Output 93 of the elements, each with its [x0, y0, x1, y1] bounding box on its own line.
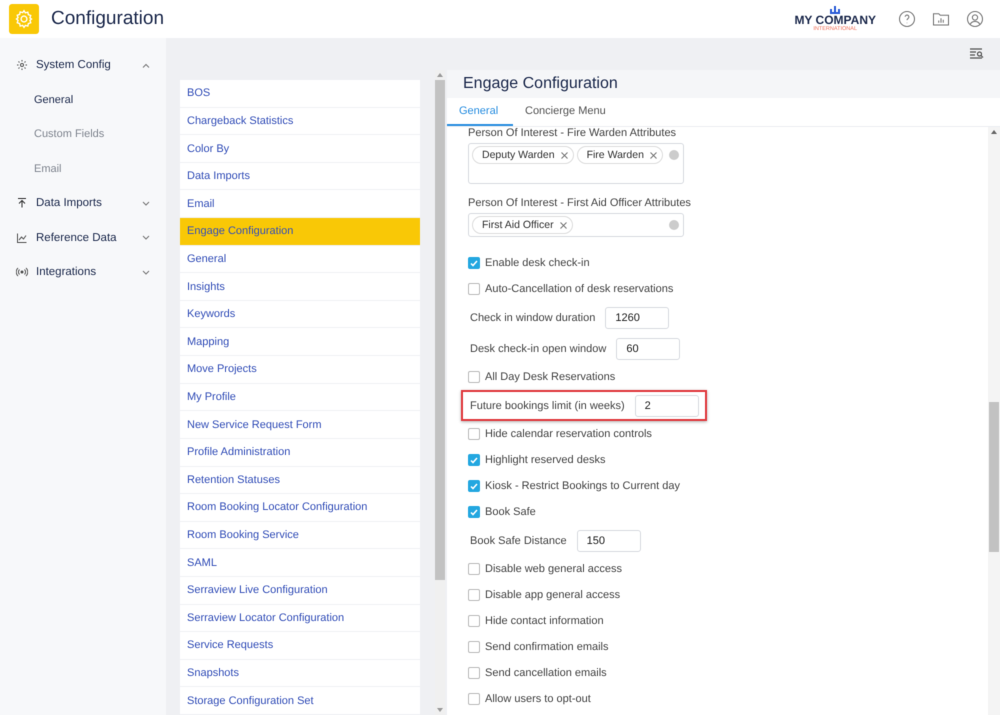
- tag-chip: Fire Warden: [576, 146, 663, 164]
- checkbox[interactable]: [468, 480, 480, 492]
- checkbox[interactable]: [468, 641, 480, 653]
- filter-search-icon[interactable]: [970, 48, 984, 60]
- tag-chip: First Aid Officer: [472, 216, 573, 234]
- list-item[interactable]: Snapshots: [180, 660, 420, 688]
- checkbox[interactable]: [468, 371, 480, 383]
- number-input[interactable]: 150: [576, 530, 641, 552]
- nav-group[interactable]: Integrations: [0, 255, 166, 290]
- list-item[interactable]: Serraview Live Configuration: [180, 576, 420, 605]
- checkbox[interactable]: [468, 693, 480, 705]
- checkbox-label: Hide calendar reservation controls: [485, 428, 652, 440]
- checkbox[interactable]: [468, 454, 480, 466]
- checkbox-label: Send cancellation emails: [485, 667, 607, 679]
- list-item[interactable]: Service Requests: [180, 632, 420, 660]
- checkbox-label: Allow users to opt-out: [485, 693, 591, 705]
- chevron-icon: [142, 62, 150, 68]
- list-item[interactable]: Engage Configuration: [180, 218, 420, 246]
- checkbox-label: Disable app general access: [485, 589, 620, 601]
- list-item[interactable]: Room Booking Locator Configuration: [180, 494, 420, 522]
- checkbox[interactable]: [468, 563, 480, 575]
- help-icon[interactable]: [898, 10, 916, 28]
- list-item[interactable]: SAML: [180, 549, 420, 577]
- field-label: Person Of Interest - First Aid Officer Attributes: [468, 197, 692, 209]
- number-input[interactable]: 1260: [605, 306, 670, 328]
- list-item[interactable]: General: [180, 246, 420, 274]
- panel-title: Engage Configuration: [447, 70, 1000, 98]
- list-item[interactable]: Serraview Locator Configuration: [180, 604, 420, 632]
- chevron-icon: [142, 270, 150, 275]
- list-item[interactable]: My Profile: [180, 384, 420, 412]
- list-item[interactable]: Room Booking Service: [180, 522, 420, 550]
- nav-group[interactable]: System Config: [0, 48, 166, 82]
- folder-chart-icon[interactable]: [932, 10, 950, 28]
- chevron-icon: [142, 235, 150, 240]
- chevron-icon: [142, 200, 150, 206]
- building-icon: [830, 6, 840, 14]
- list-item[interactable]: Color By: [180, 135, 420, 163]
- scrollbar[interactable]: [988, 127, 1000, 715]
- app-logo: [9, 4, 39, 34]
- checkbox[interactable]: [468, 506, 480, 518]
- checkbox-label: Auto-Cancellation of desk reservations: [485, 283, 674, 295]
- field-label: Person Of Interest - Fire Warden Attributes: [468, 127, 678, 139]
- checkbox-label: Enable desk check-in: [485, 257, 590, 269]
- tag-select-field[interactable]: Deputy Warden Fire Warden: [468, 143, 684, 184]
- company-name: MY COMPANY: [794, 14, 876, 26]
- list-item[interactable]: Data Imports: [180, 162, 420, 190]
- checkbox[interactable]: [468, 283, 480, 295]
- field-label: Book Safe Distance: [470, 534, 567, 546]
- list-item[interactable]: New Service Request Form: [180, 411, 420, 439]
- nav-group[interactable]: Reference Data: [0, 220, 166, 255]
- field-label: Future bookings limit (in weeks): [470, 400, 625, 412]
- list-item[interactable]: Storage Configuration Set: [180, 687, 420, 715]
- line-chart-icon: [16, 232, 28, 244]
- number-input[interactable]: 60: [616, 338, 680, 360]
- checkbox-label: Hide contact information: [485, 615, 604, 627]
- checkbox-label: Send confirmation emails: [485, 641, 609, 653]
- checkbox-label: Kiosk - Restrict Bookings to Current day: [485, 480, 680, 492]
- checkbox[interactable]: [468, 428, 480, 440]
- checkbox[interactable]: [468, 615, 480, 627]
- checkbox-label: Highlight reserved desks: [485, 454, 606, 466]
- list-item[interactable]: Insights: [180, 273, 420, 301]
- clear-icon[interactable]: [669, 220, 679, 230]
- checkbox-label: Disable web general access: [485, 563, 622, 575]
- checkbox-label: All Day Desk Reservations: [485, 371, 616, 383]
- upload-icon: [16, 197, 28, 210]
- remove-icon[interactable]: [560, 152, 568, 158]
- broadcast-icon: [16, 266, 28, 278]
- tag-chip: Deputy Warden: [472, 146, 574, 164]
- list-item[interactable]: Keywords: [180, 300, 420, 328]
- checkbox[interactable]: [468, 589, 480, 601]
- list-item[interactable]: BOS: [180, 80, 420, 108]
- checkbox[interactable]: [468, 667, 480, 679]
- field-label: Desk check-in open window: [470, 342, 606, 354]
- list-item[interactable]: Email: [180, 190, 420, 218]
- list-item[interactable]: Chargeback Statistics: [180, 108, 420, 136]
- number-input[interactable]: 2: [634, 394, 699, 416]
- field-label: Check in window duration: [470, 312, 596, 324]
- list-item[interactable]: Retention Statuses: [180, 466, 420, 494]
- list-item[interactable]: Mapping: [180, 328, 420, 356]
- list-item[interactable]: Move Projects: [180, 356, 420, 384]
- tag-select-field[interactable]: First Aid Officer: [468, 213, 684, 237]
- checkbox[interactable]: [468, 257, 480, 269]
- tab[interactable]: Concierge Menu: [513, 98, 632, 126]
- remove-icon[interactable]: [650, 152, 657, 158]
- remove-icon[interactable]: [560, 222, 567, 228]
- clear-icon[interactable]: [669, 150, 679, 160]
- user-icon[interactable]: [966, 10, 984, 28]
- nav-group[interactable]: Data Imports: [0, 186, 166, 220]
- scrollbar[interactable]: [435, 70, 445, 715]
- app-title: Configuration: [51, 8, 166, 30]
- nav-item[interactable]: General: [0, 82, 166, 117]
- list-item[interactable]: Profile Administration: [180, 438, 420, 467]
- checkbox-label: Book Safe: [485, 506, 536, 518]
